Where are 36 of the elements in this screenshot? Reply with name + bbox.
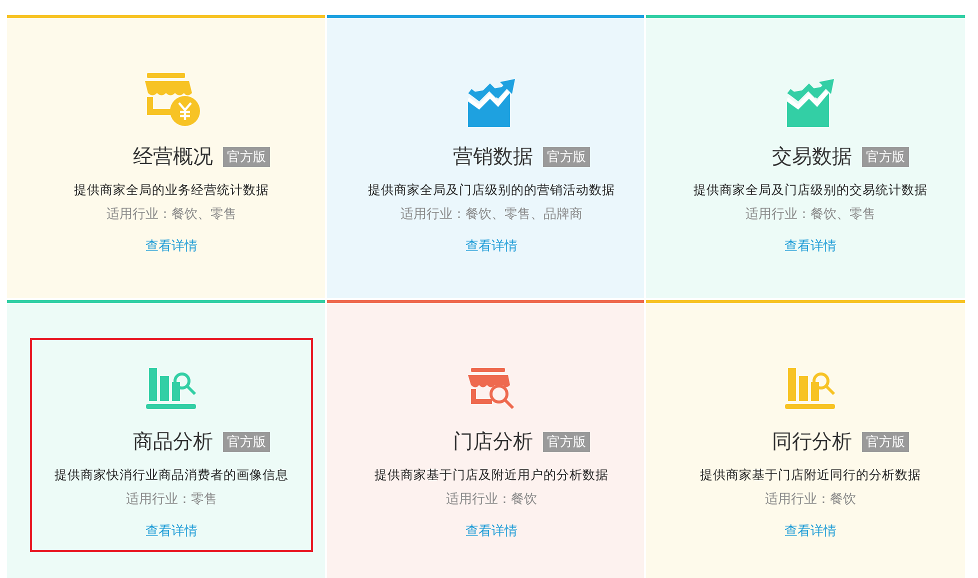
details-link[interactable]: 查看详情 xyxy=(146,522,198,540)
details-link[interactable]: 查看详情 xyxy=(784,522,836,540)
official-badge: 官方版 xyxy=(862,146,909,166)
official-badge: 官方版 xyxy=(862,432,909,452)
card-description: 提供商家基于门店及附近用户的分析数据 xyxy=(374,467,608,484)
official-badge: 官方版 xyxy=(543,146,590,166)
card-description: 提供商家全局及门店级别的交易统计数据 xyxy=(694,182,928,199)
card-title: 交易数据 xyxy=(772,143,852,170)
details-link[interactable]: 查看详情 xyxy=(466,522,518,540)
card-title: 门店分析 xyxy=(453,428,533,455)
card-title: 营销数据 xyxy=(453,143,533,170)
industry-text: 适用行业：餐饮、零售、品牌商 xyxy=(400,206,582,223)
details-link[interactable]: 查看详情 xyxy=(784,237,836,255)
card-title: 经营概况 xyxy=(133,143,213,170)
official-badge: 官方版 xyxy=(543,432,590,452)
card-description: 提供商家全局的业务经营统计数据 xyxy=(74,182,269,199)
card-description: 提供商家全局及门店级别的的营销活动数据 xyxy=(368,182,615,199)
card-title: 同行分析 xyxy=(772,428,852,455)
industry-text: 适用行业：餐饮 xyxy=(765,491,856,508)
trend-chart-icon xyxy=(786,79,834,127)
card-description: 提供商家快消行业商品消费者的画像信息 xyxy=(54,467,288,484)
store-search-icon xyxy=(466,368,516,412)
bar-chart-search-icon xyxy=(784,368,836,412)
official-badge: 官方版 xyxy=(223,146,270,166)
bar-chart-search-icon xyxy=(146,368,198,412)
official-badge: 官方版 xyxy=(223,432,270,452)
details-link[interactable]: 查看详情 xyxy=(466,237,518,255)
industry-text: 适用行业：零售 xyxy=(126,491,217,508)
trend-chart-icon xyxy=(468,79,516,127)
industry-text: 适用行业：餐饮、零售 xyxy=(106,206,236,223)
industry-text: 适用行业：餐饮、零售 xyxy=(746,206,876,223)
store-coin-icon xyxy=(142,73,200,127)
industry-text: 适用行业：餐饮 xyxy=(446,491,537,508)
card-description: 提供商家基于门店附近同行的分析数据 xyxy=(700,467,921,484)
card-title: 商品分析 xyxy=(133,428,213,455)
details-link[interactable]: 查看详情 xyxy=(146,237,198,255)
